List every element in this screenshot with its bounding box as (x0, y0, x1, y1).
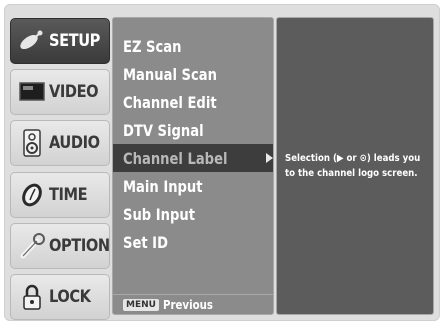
menu-item-channel-edit[interactable]: Channel Edit (113, 88, 273, 116)
menu-footer-label: Previous (162, 297, 213, 312)
info-text: Selection (▶ or ⊙) leads you to the chan… (285, 151, 431, 181)
tv-screen-icon (17, 77, 47, 107)
category-lock[interactable]: LOCK (10, 274, 110, 320)
menu-item-ez-scan[interactable]: EZ Scan (113, 32, 273, 60)
menu-item-label: EZ Scan (123, 36, 182, 56)
submenu-arrow-icon (266, 153, 273, 163)
menu-item-label: Channel Label (123, 148, 228, 168)
menu-footer: MENU Previous (113, 294, 273, 314)
speaker-icon (17, 128, 47, 158)
category-label: SETUP (49, 31, 100, 51)
satellite-dish-icon (17, 26, 47, 56)
category-option[interactable]: OPTION (10, 223, 110, 269)
category-column: SETUP VIDEO AUDIO TIME OPTION LOCK (10, 12, 110, 320)
menu-item-label: Set ID (123, 232, 168, 252)
menu-item-label: DTV Signal (123, 120, 204, 140)
menu-item-main-input[interactable]: Main Input (113, 172, 273, 200)
menu-item-label: Channel Edit (123, 92, 217, 112)
info-line: to the channel logo screen. (285, 168, 418, 179)
menu-item-manual-scan[interactable]: Manual Scan (113, 60, 273, 88)
menu-item-label: Sub Input (123, 204, 195, 224)
menu-item-set-id[interactable]: Set ID (113, 228, 273, 256)
category-label: OPTION (49, 236, 110, 256)
menu-key-badge[interactable]: MENU (123, 298, 159, 311)
clock-icon (17, 180, 47, 210)
category-video[interactable]: VIDEO (10, 69, 110, 115)
setup-menu-list: EZ Scan Manual Scan Channel Edit DTV Sig… (112, 17, 274, 315)
category-label: AUDIO (49, 133, 100, 153)
menu-item-label: Main Input (123, 176, 203, 196)
padlock-icon (17, 282, 47, 312)
menu-item-channel-label[interactable]: Channel Label (113, 144, 273, 172)
category-label: VIDEO (49, 82, 99, 102)
category-setup[interactable]: SETUP (10, 18, 110, 64)
info-line: Selection (▶ or ⊙) leads you (285, 153, 421, 164)
menu-item-dtv-signal[interactable]: DTV Signal (113, 116, 273, 144)
category-time[interactable]: TIME (10, 172, 110, 218)
wrench-icon (17, 231, 47, 261)
category-audio[interactable]: AUDIO (10, 120, 110, 166)
info-panel: Selection (▶ or ⊙) leads you to the chan… (276, 17, 434, 315)
menu-item-sub-input[interactable]: Sub Input (113, 200, 273, 228)
menu-item-label: Manual Scan (123, 64, 217, 84)
category-label: LOCK (49, 287, 91, 307)
category-label: TIME (49, 185, 88, 205)
